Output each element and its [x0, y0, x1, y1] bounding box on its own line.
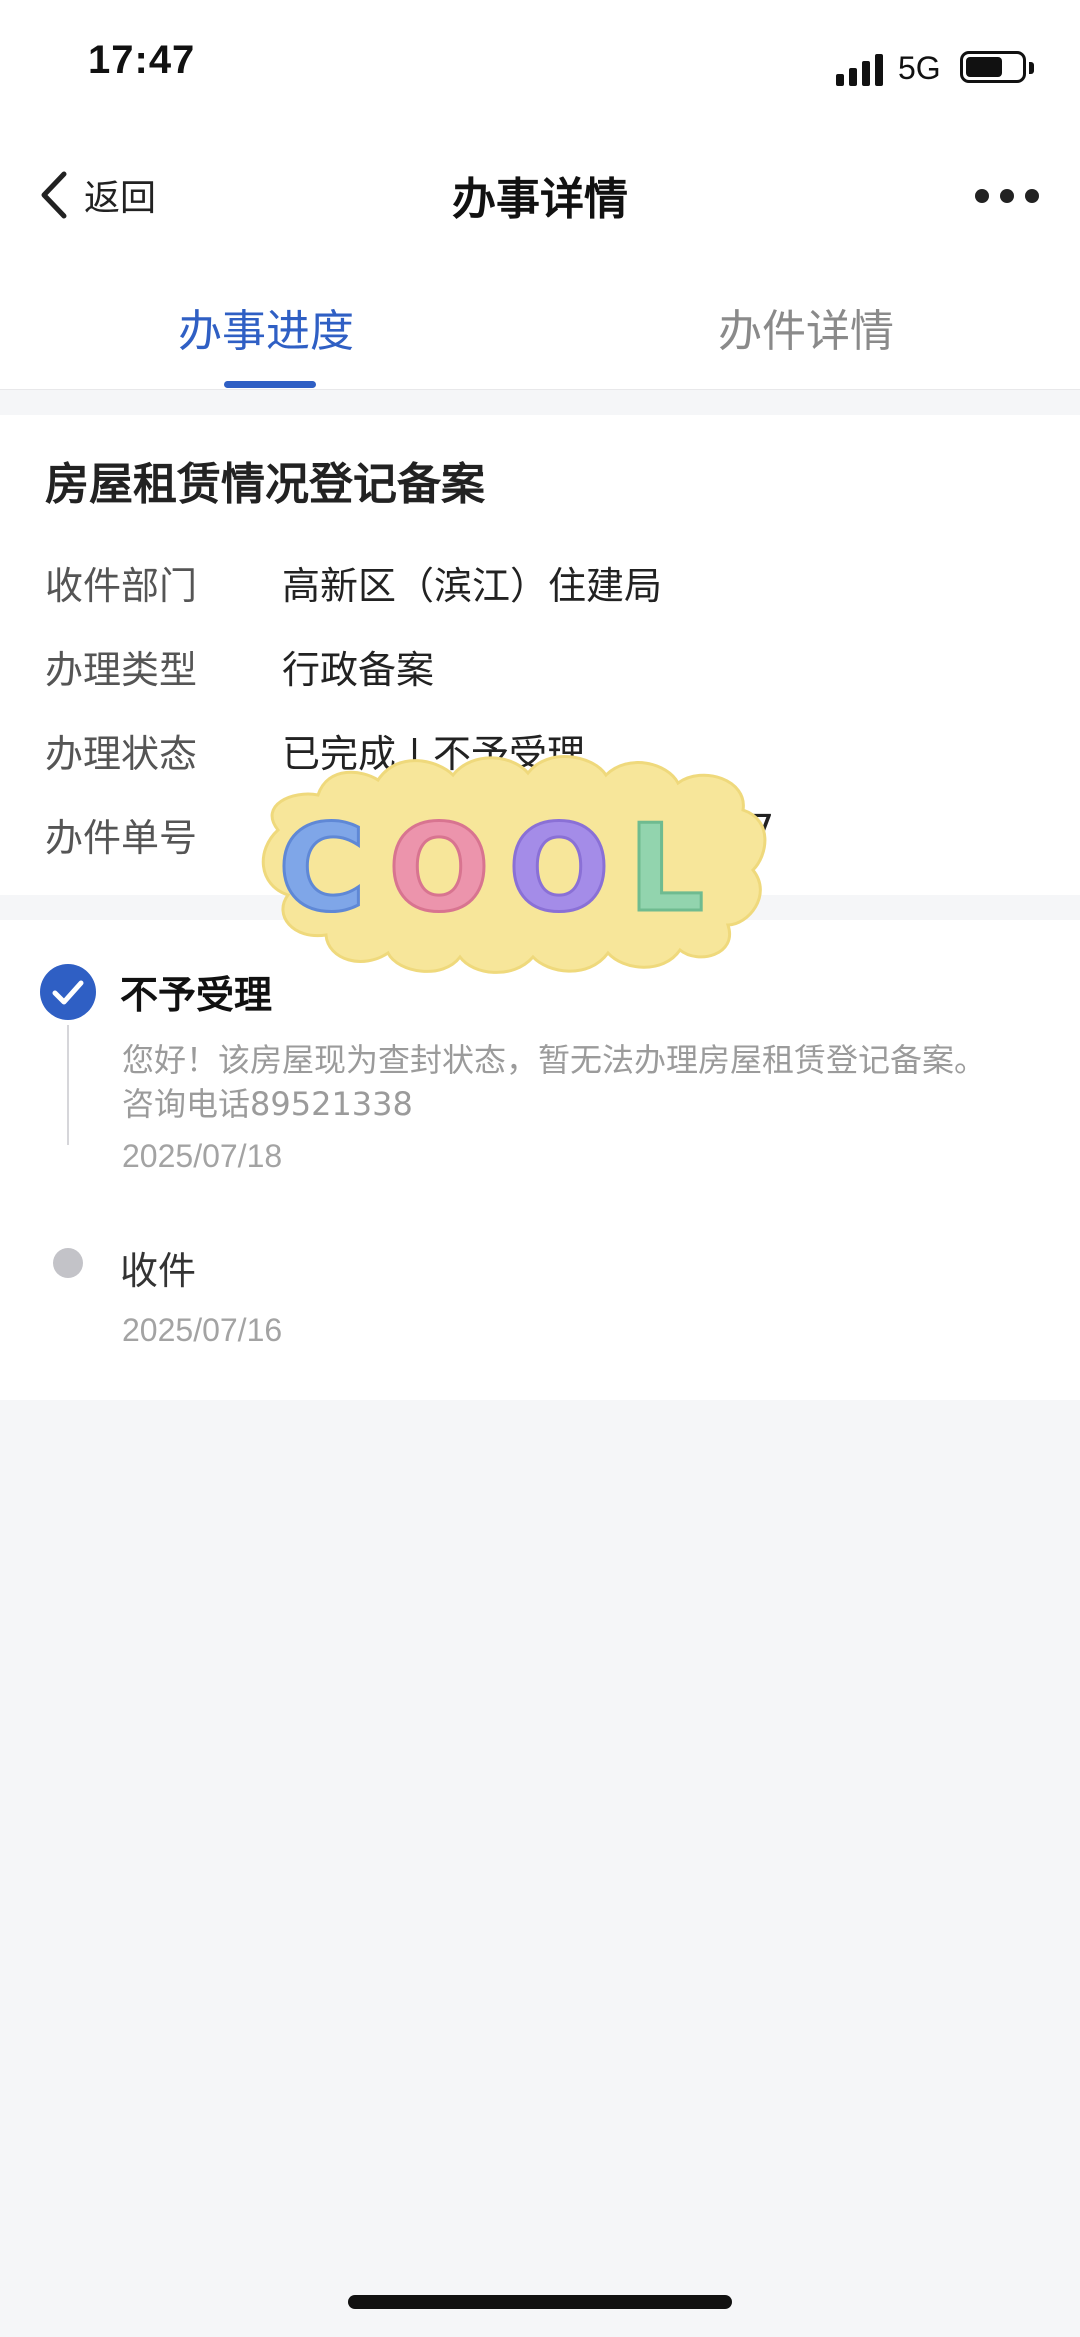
timeline-step-title: 收件 [120, 1249, 197, 1293]
dot-icon [53, 1248, 83, 1278]
active-tab-indicator [224, 381, 316, 388]
case-title: 房屋租赁情况登记备案 [45, 459, 485, 510]
info-label: 办件单号 [45, 816, 198, 860]
page-title: 办事详情 [452, 174, 628, 225]
sticker-letter-o: O [508, 800, 610, 939]
tab-details[interactable]: 办件详情 [718, 295, 894, 359]
timeline-connector [67, 1025, 69, 1145]
info-label: 收件部门 [45, 564, 198, 608]
sticker-letter-c: C [278, 800, 366, 939]
more-dots-icon[interactable] [975, 181, 1045, 211]
timeline-step-description: 您好！该房屋现为查封状态，暂无法办理房屋租赁登记备案。咨询电话89521338 [122, 1041, 987, 1123]
home-indicator [348, 2295, 732, 2309]
nav-bar: 返回 办事详情 [0, 135, 1080, 255]
page: 17:47 5G 返回 办事详情 办事进度 办件详情 房屋租赁情况登记备案 收件… [0, 0, 1080, 2337]
sticker-letter-o: O [388, 800, 490, 939]
cool-sticker: C O O L [261, 755, 767, 974]
status-bar: 17:47 5G [0, 0, 1080, 135]
status-time: 17:47 [88, 38, 196, 82]
battery-cap [1029, 62, 1034, 74]
battery-icon [960, 51, 1026, 83]
signal-icon [836, 52, 886, 86]
network-type: 5G [898, 50, 941, 86]
tab-bar: 办事进度 办件详情 [0, 255, 1080, 390]
info-label: 办理类型 [45, 648, 198, 692]
info-value: 高新区（滨江）住建局 [282, 564, 663, 608]
timeline-card: 不予受理 您好！该房屋现为查封状态，暂无法办理房屋租赁登记备案。咨询电话8952… [0, 920, 1080, 1400]
timeline-step-date: 2025/07/18 [122, 1138, 283, 1174]
check-circle-icon [40, 964, 96, 1020]
info-value: 行政备案 [282, 648, 435, 692]
info-label: 办理状态 [45, 732, 198, 776]
sticker-letter-l: L [628, 800, 704, 939]
timeline-step-date: 2025/07/16 [122, 1312, 283, 1348]
tab-progress[interactable]: 办事进度 [178, 295, 354, 359]
